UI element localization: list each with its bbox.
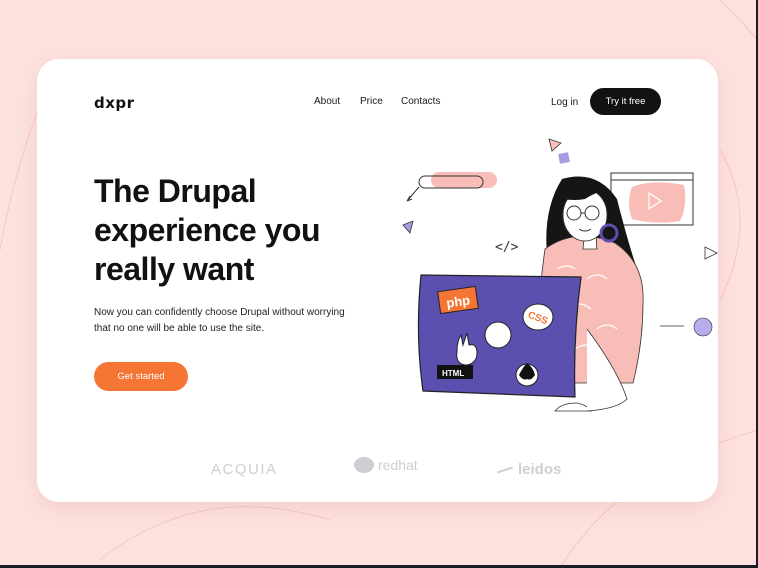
landing-card: dxpr About Price Contacts Log in Try it … <box>37 59 718 502</box>
triangle-right-shape <box>704 246 718 260</box>
laptop-graphic: php CSS HTML <box>417 274 582 398</box>
try-free-button[interactable]: Try it free <box>590 88 661 115</box>
code-glyph: </> <box>495 240 519 255</box>
partner-name-leidos: leidos <box>518 461 562 478</box>
hero-title-line: experience you <box>94 212 321 248</box>
square-shape <box>558 152 570 164</box>
hero-title-line: really want <box>94 251 254 287</box>
hero-subtitle: Now you can confidently choose Drupal wi… <box>94 307 345 334</box>
lavender-circle-shape <box>693 317 713 337</box>
cursor-icon <box>406 186 420 202</box>
partner-logo-acquia: ACQUIA <box>211 461 278 478</box>
partner-logo-leidos: leidos <box>497 461 561 478</box>
nav-contacts[interactable]: Contacts <box>401 96 440 107</box>
hero-title: The Drupal experience you really want <box>94 172 374 289</box>
get-started-button[interactable]: Get started <box>94 362 188 391</box>
pink-pill-shape <box>431 172 497 188</box>
triangle-shape <box>548 138 562 152</box>
nav-price[interactable]: Price <box>360 96 383 107</box>
html-sticker-label: HTML <box>442 369 464 378</box>
redhat-hat-icon <box>354 457 374 473</box>
hero-illustration: </> php CSS HTML <box>402 138 718 412</box>
login-link[interactable]: Log in <box>551 97 578 108</box>
partner-name-redhat: redhat <box>378 457 418 473</box>
nav-about[interactable]: About <box>314 96 340 107</box>
hero-title-line: The Drupal <box>94 173 257 209</box>
browser-window-graphic <box>610 172 694 226</box>
partner-logo-redhat: redhat <box>354 457 418 473</box>
logo[interactable]: dxpr <box>94 94 135 112</box>
triangle-outline-shape <box>402 220 414 234</box>
leidos-swoosh-icon <box>497 466 513 473</box>
white-circle-sticker <box>484 321 512 349</box>
